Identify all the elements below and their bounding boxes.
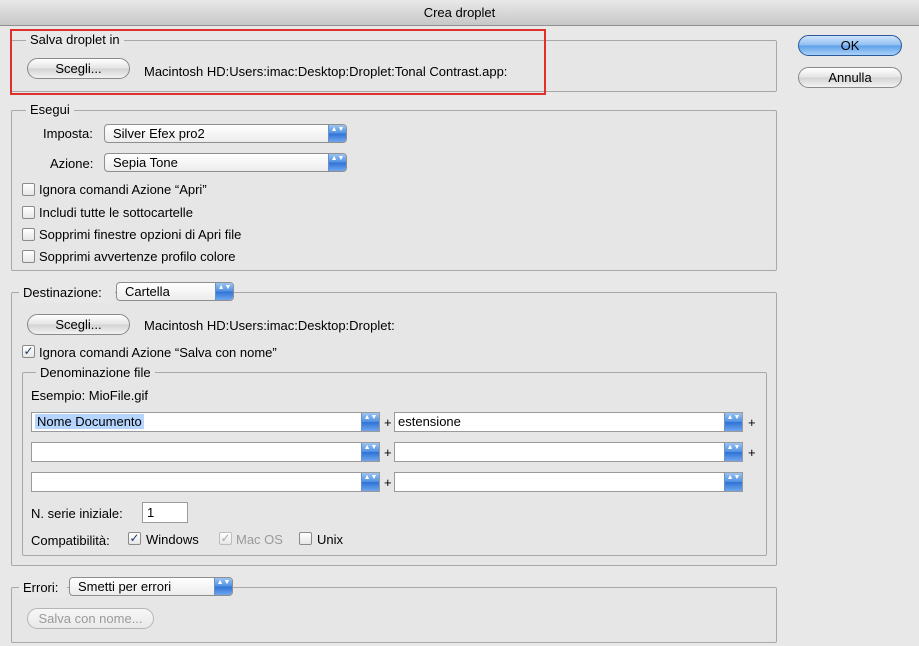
plus-sign: +: [748, 445, 756, 460]
windows-label: Windows: [146, 532, 199, 547]
errors-popup-value: Smetti per errori: [78, 579, 172, 594]
updown-icon: ▲▼: [214, 578, 232, 595]
checkmark-icon: ✓: [23, 344, 34, 358]
errors-legend-bg: Errori:: [19, 580, 67, 598]
updown-icon: ▲▼: [328, 154, 346, 171]
include-subfolders-label: Includi tutte le sottocartelle: [39, 205, 193, 220]
suppress-color-warnings-label: Sopprimi avvertenze profilo colore: [39, 249, 236, 264]
destination-popup[interactable]: Cartella ▲▼: [116, 282, 234, 301]
ignore-open-checkbox[interactable]: [22, 183, 35, 196]
naming-row1-left-combo[interactable]: Nome Documento ▲▼: [31, 412, 380, 432]
set-popup[interactable]: Silver Efex pro2 ▲▼: [104, 124, 347, 143]
window-title: Crea droplet: [0, 0, 919, 26]
macos-checkbox: ✓: [219, 532, 232, 545]
naming-row3-left-combo[interactable]: ▲▼: [31, 472, 380, 492]
naming-legend: Denominazione file: [36, 365, 155, 380]
errors-label: Errori:: [23, 580, 59, 595]
unix-checkbox[interactable]: [299, 532, 312, 545]
checkmark-icon: ✓: [220, 531, 231, 545]
naming-row1-left-value: Nome Documento: [35, 414, 144, 429]
include-subfolders-checkbox[interactable]: [22, 206, 35, 219]
updown-icon: ▲▼: [361, 473, 379, 491]
plus-sign: +: [384, 445, 392, 460]
macos-label: Mac OS: [236, 532, 283, 547]
destination-choose-button[interactable]: Scegli...: [27, 314, 130, 335]
set-popup-value: Silver Efex pro2: [113, 126, 205, 141]
set-label: Imposta:: [43, 126, 93, 141]
checkmark-icon: ✓: [129, 531, 140, 545]
cancel-button[interactable]: Annulla: [798, 67, 902, 88]
destination-label: Destinazione:: [23, 285, 102, 300]
action-label: Azione:: [50, 156, 94, 171]
action-popup[interactable]: Sepia Tone ▲▼: [104, 153, 347, 172]
naming-row3-right-combo[interactable]: ▲▼: [394, 472, 743, 492]
updown-icon: ▲▼: [724, 413, 742, 431]
errors-popup[interactable]: Smetti per errori ▲▼: [69, 577, 233, 596]
ignore-open-label: Ignora comandi Azione “Apri”: [39, 182, 207, 197]
updown-icon: ▲▼: [328, 125, 346, 142]
ignore-save-as-checkbox[interactable]: ✓: [22, 345, 35, 358]
naming-row1-right-value: estensione: [398, 414, 461, 429]
suppress-color-warnings-checkbox[interactable]: [22, 250, 35, 263]
suppress-open-options-checkbox[interactable]: [22, 228, 35, 241]
updown-icon: ▲▼: [724, 473, 742, 491]
naming-example: Esempio: MioFile.gif: [31, 388, 149, 403]
plus-sign: +: [748, 415, 756, 430]
serial-label: N. serie iniziale:: [31, 506, 123, 521]
plus-sign: +: [384, 415, 392, 430]
action-popup-value: Sepia Tone: [113, 155, 178, 170]
run-legend: Esegui: [26, 102, 74, 117]
updown-icon: ▲▼: [215, 283, 233, 300]
destination-legend-bg: Destinazione:: [19, 285, 115, 303]
updown-icon: ▲▼: [361, 413, 379, 431]
destination-path: Macintosh HD:Users:imac:Desktop:Droplet:: [144, 318, 395, 333]
save-as-button: Salva con nome...: [27, 608, 154, 629]
ignore-save-as-label: Ignora comandi Azione “Salva con nome”: [39, 345, 277, 360]
updown-icon: ▲▼: [724, 443, 742, 461]
ok-button[interactable]: OK: [798, 35, 902, 56]
serial-input[interactable]: 1: [142, 502, 188, 523]
naming-row2-right-combo[interactable]: ▲▼: [394, 442, 743, 462]
suppress-open-options-label: Sopprimi finestre opzioni di Apri file: [39, 227, 242, 242]
unix-label: Unix: [317, 532, 344, 547]
highlight-box: [10, 29, 546, 95]
plus-sign: +: [384, 475, 392, 490]
compatibility-label: Compatibilità:: [31, 533, 110, 548]
destination-popup-value: Cartella: [125, 284, 170, 299]
windows-checkbox[interactable]: ✓: [128, 532, 141, 545]
naming-row1-right-combo[interactable]: estensione ▲▼: [394, 412, 743, 432]
updown-icon: ▲▼: [361, 443, 379, 461]
naming-row2-left-combo[interactable]: ▲▼: [31, 442, 380, 462]
